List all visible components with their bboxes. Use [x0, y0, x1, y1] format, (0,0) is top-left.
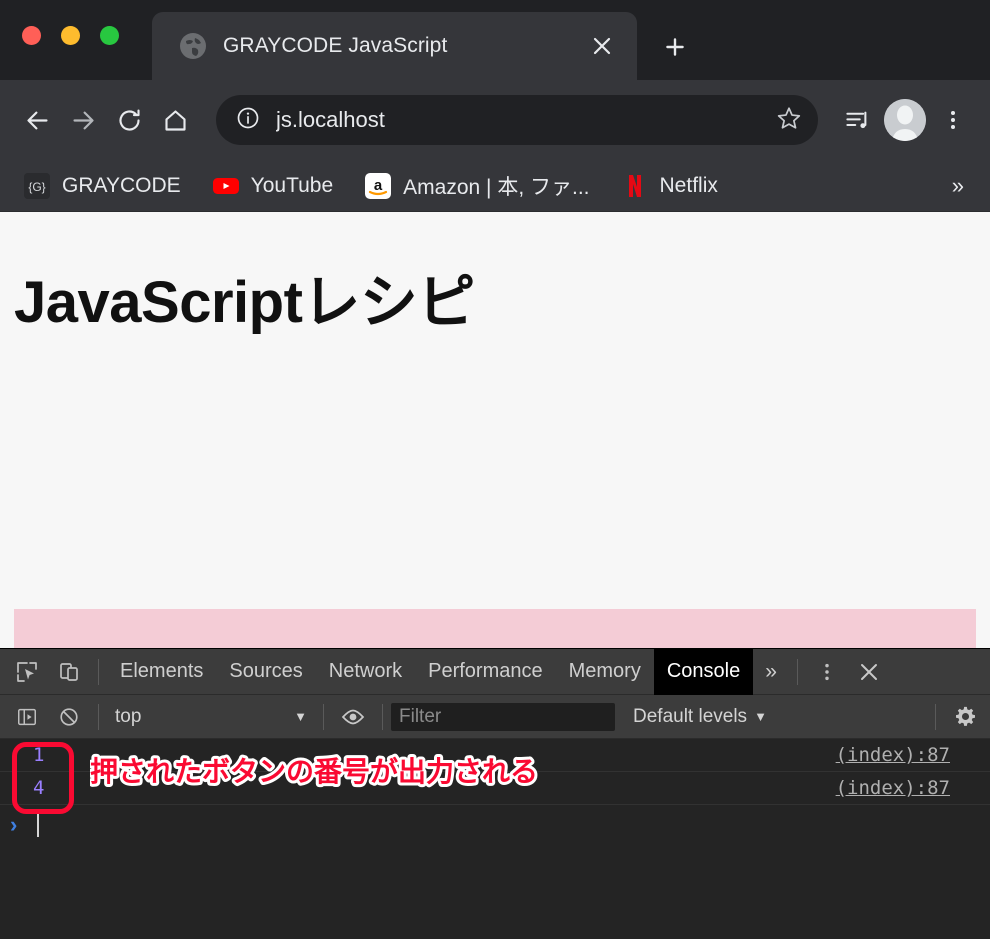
chevron-down-icon: ▼: [294, 709, 307, 724]
bookmark-label: Amazon | 本, ファ...: [403, 175, 590, 199]
console-filter-input[interactable]: [391, 702, 615, 731]
bookmark-label: YouTube: [250, 173, 334, 197]
browser-window: GRAYCODE JavaScript js.localhost {G} GRA…: [0, 0, 990, 939]
toolbar-divider: [382, 703, 383, 730]
bookmark-netflix[interactable]: Netflix: [610, 166, 730, 206]
browser-tab[interactable]: GRAYCODE JavaScript: [152, 12, 637, 80]
bookmark-youtube[interactable]: YouTube: [201, 166, 346, 206]
console-output[interactable]: 1 (index):87 4 (index):87 › 押されたボタンの番号が出…: [0, 739, 990, 939]
page-viewport: JavaScriptレシピ マウスの各種アクションにイベントリスナーを設定する …: [0, 212, 990, 648]
console-sidebar-icon[interactable]: [8, 698, 46, 736]
home-icon[interactable]: [152, 97, 198, 143]
execution-context-value: top: [115, 705, 142, 727]
devtools-tabbar: Elements Sources Network Performance Mem…: [0, 648, 990, 695]
toolbar-divider: [323, 703, 324, 730]
bookmark-label: GRAYCODE: [62, 173, 181, 197]
avatar[interactable]: [884, 99, 926, 141]
console-log-row[interactable]: 4 (index):87: [0, 772, 990, 805]
clear-console-icon[interactable]: [50, 698, 88, 736]
toolbar-divider: [796, 658, 798, 685]
bookmark-graycode[interactable]: {G} GRAYCODE: [12, 166, 193, 206]
svg-text:a: a: [374, 177, 383, 194]
device-toolbar-icon[interactable]: [50, 653, 88, 691]
back-arrow-icon[interactable]: [14, 97, 60, 143]
reload-icon[interactable]: [106, 97, 152, 143]
tab-close-icon[interactable]: [585, 29, 619, 63]
address-bar-url[interactable]: js.localhost: [276, 107, 776, 133]
svg-text:{G}: {G}: [28, 180, 45, 194]
prompt-arrow-icon: ›: [10, 812, 18, 837]
star-icon[interactable]: [776, 105, 802, 136]
gear-icon[interactable]: [946, 698, 984, 736]
log-levels-label: Default levels: [633, 705, 748, 727]
window-minimize-button[interactable]: [61, 26, 80, 45]
globe-icon: [179, 32, 207, 60]
bookmark-label: Netflix: [659, 173, 718, 197]
chevron-down-icon: ▼: [754, 709, 767, 724]
tab-strip: GRAYCODE JavaScript: [0, 0, 990, 80]
three-dot-menu-icon[interactable]: [930, 97, 976, 143]
window-close-button[interactable]: [22, 26, 41, 45]
inspect-element-icon[interactable]: [8, 653, 46, 691]
close-icon[interactable]: [850, 653, 888, 691]
live-expression-icon[interactable]: [334, 698, 372, 736]
devtools-tab-network[interactable]: Network: [316, 649, 415, 695]
window-maximize-button[interactable]: [100, 26, 119, 45]
toolbar-divider: [98, 703, 99, 730]
devtools-tab-elements[interactable]: Elements: [107, 649, 216, 695]
page-title: JavaScriptレシピ: [14, 270, 475, 335]
console-toolbar: top ▼ Default levels ▼: [0, 695, 990, 739]
bookmarks-bar: {G} GRAYCODE YouTube a Amazon | 本, ファ...…: [0, 160, 990, 212]
console-log-value: 1: [33, 744, 45, 766]
info-circle-icon[interactable]: [236, 106, 260, 135]
devtools-tab-console[interactable]: Console: [653, 648, 754, 695]
devtools-tab-memory[interactable]: Memory: [556, 649, 654, 695]
text-cursor: [37, 813, 40, 837]
console-source-link[interactable]: (index):87: [836, 777, 950, 799]
three-dot-menu-icon[interactable]: [808, 653, 846, 691]
console-log-row[interactable]: 1 (index):87: [0, 739, 990, 772]
amazon-icon: a: [365, 172, 392, 199]
console-log-value: 4: [33, 777, 45, 799]
log-levels-dropdown[interactable]: Default levels ▼: [633, 706, 767, 728]
devtools-more-tabs-button[interactable]: »: [753, 649, 789, 695]
navigation-toolbar: js.localhost: [0, 80, 990, 160]
demo-container: マウスの各種アクションにイベントリスナーを設定する ボタン: [14, 609, 976, 648]
execution-context-selector[interactable]: top ▼: [107, 702, 315, 732]
youtube-icon: [212, 173, 239, 199]
devtools-tab-performance[interactable]: Performance: [415, 649, 556, 695]
console-prompt[interactable]: ›: [0, 805, 990, 845]
netflix-icon: [622, 173, 648, 199]
media-control-icon[interactable]: [834, 97, 880, 143]
bookmarks-overflow-button[interactable]: »: [938, 166, 978, 206]
toolbar-divider: [98, 658, 99, 685]
address-bar[interactable]: js.localhost: [216, 95, 818, 145]
console-source-link[interactable]: (index):87: [836, 744, 950, 766]
tab-title: GRAYCODE JavaScript: [223, 34, 448, 57]
forward-arrow-icon[interactable]: [60, 97, 106, 143]
new-tab-button[interactable]: [655, 27, 695, 67]
devtools-panel: Elements Sources Network Performance Mem…: [0, 648, 990, 939]
graycode-icon: {G}: [24, 172, 50, 199]
window-traffic-lights: [22, 26, 119, 45]
toolbar-divider: [935, 703, 936, 730]
devtools-tab-sources[interactable]: Sources: [216, 649, 315, 695]
bookmark-amazon[interactable]: a Amazon | 本, ファ...: [353, 166, 601, 206]
